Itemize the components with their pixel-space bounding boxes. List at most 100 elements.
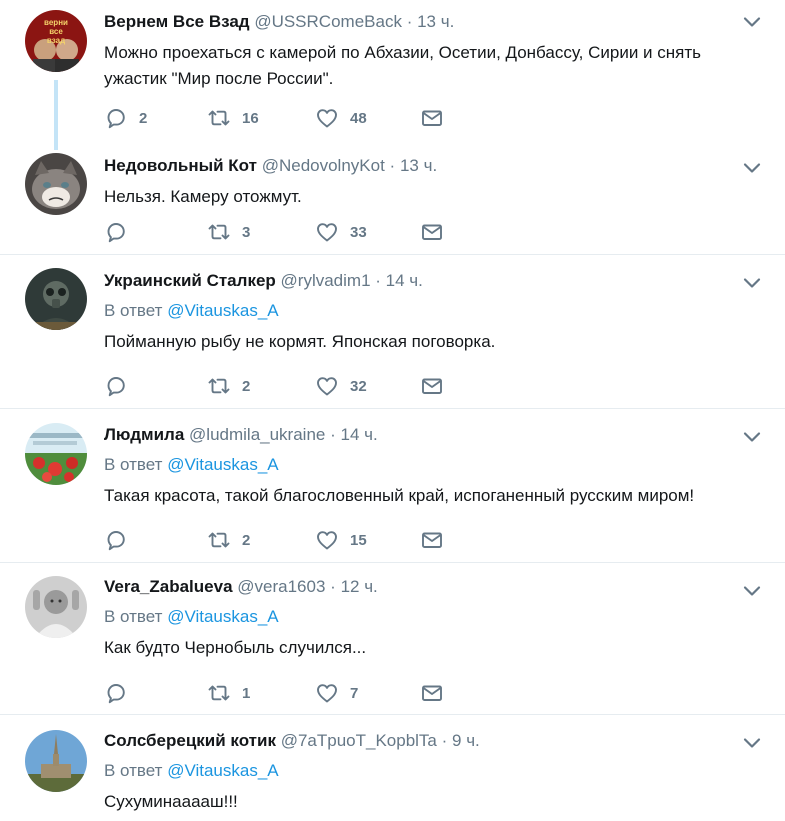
reply-button[interactable]: 2 xyxy=(104,106,147,130)
avatar[interactable] xyxy=(25,153,87,215)
tweet-header: Людмила @ludmila_ukraine · 14 ч. xyxy=(104,423,745,447)
chevron-down-icon[interactable] xyxy=(743,431,761,443)
username[interactable]: @rylvadim1 xyxy=(281,271,371,290)
like-button[interactable]: 7 xyxy=(315,681,358,705)
reply-context: В ответ @Vitauskas_A xyxy=(104,759,745,783)
reply-context: В ответ @Vitauskas_A xyxy=(104,605,745,629)
username[interactable]: @ludmila_ukraine xyxy=(189,425,325,444)
avatar[interactable] xyxy=(25,576,87,638)
tweet-header: Украинский Сталкер @rylvadim1 · 14 ч. xyxy=(104,269,745,293)
username[interactable]: @NedovolnyKot xyxy=(262,156,385,175)
reply-context: В ответ @Vitauskas_A xyxy=(104,453,745,477)
retweet-button[interactable]: 2 xyxy=(207,374,250,398)
timestamp[interactable]: 12 ч. xyxy=(341,577,378,596)
avatar[interactable]: верни все взад xyxy=(25,10,87,72)
tweet-content: Солсберецкий котик @7aTpuoT_KopblTa · 9 … xyxy=(104,729,745,815)
direct-message-button[interactable] xyxy=(420,220,444,244)
like-button[interactable]: 15 xyxy=(315,528,367,552)
retweet-count: 2 xyxy=(242,377,251,395)
tweet-header: Недовольный Кот @NedovolnyKot · 13 ч. xyxy=(104,154,745,178)
direct-message-button[interactable] xyxy=(420,374,444,398)
tweet-text: Пойманную рыбу не кормят. Японская погов… xyxy=(104,329,745,355)
tweet[interactable]: верни все взад Вернем Все Взад @USSRCome… xyxy=(0,0,785,150)
tweet-text-line: Нельзя. Камеру отожмут. xyxy=(104,187,302,206)
tweet-text: Нельзя. Камеру отожмут. xyxy=(104,184,745,210)
tweet-header: Vera_Zabalueva @vera1603 · 12 ч. xyxy=(104,575,745,599)
reply-to-label: В ответ xyxy=(104,607,163,626)
reply-button[interactable] xyxy=(104,374,139,398)
display-name[interactable]: Недовольный Кот xyxy=(104,156,257,175)
reply-icon xyxy=(104,374,128,398)
retweet-icon xyxy=(207,528,231,552)
username[interactable]: @USSRComeBack xyxy=(254,12,402,31)
avatar[interactable] xyxy=(25,730,87,792)
chevron-down-icon[interactable] xyxy=(743,277,761,289)
separator-dot: · xyxy=(441,731,448,750)
display-name[interactable]: Vera_Zabalueva xyxy=(104,577,233,596)
tweet-content: Vera_Zabalueva @vera1603 · 12 ч. В ответ… xyxy=(104,575,745,661)
like-count: 7 xyxy=(350,684,359,702)
reply-button[interactable] xyxy=(104,681,139,705)
chevron-down-icon[interactable] xyxy=(743,737,761,749)
envelope-icon xyxy=(420,374,444,398)
reply-to-mention[interactable]: @Vitauskas_A xyxy=(167,761,278,780)
reply-to-mention[interactable]: @Vitauskas_A xyxy=(167,607,278,626)
direct-message-button[interactable] xyxy=(420,528,444,552)
tweet[interactable]: Людмила @ludmila_ukraine · 14 ч. В ответ… xyxy=(0,409,785,563)
retweet-button[interactable]: 16 xyxy=(207,106,259,130)
timestamp[interactable]: 9 ч. xyxy=(452,731,480,750)
separator-dot: · xyxy=(375,271,381,290)
direct-message-button[interactable] xyxy=(420,106,444,130)
avatar-caption: взад xyxy=(47,36,65,45)
tweet-text-line: Можно проехаться с камерой по Абхазии, О… xyxy=(104,43,702,62)
username[interactable]: @7aTpuoT_KopblTa xyxy=(281,731,437,750)
like-count: 33 xyxy=(350,223,367,241)
reply-button[interactable] xyxy=(104,528,139,552)
like-button[interactable]: 48 xyxy=(315,106,367,130)
tweet[interactable]: Солсберецкий котик @7aTpuoT_KopblTa · 9 … xyxy=(0,715,785,821)
timestamp[interactable]: 14 ч. xyxy=(386,271,423,290)
timestamp[interactable]: 13 ч. xyxy=(417,12,454,31)
tweet-text: Такая красота, такой благословенный край… xyxy=(104,483,745,509)
retweet-button[interactable]: 2 xyxy=(207,528,250,552)
tweet[interactable]: Украинский Сталкер @rylvadim1 · 14 ч. В … xyxy=(0,255,785,409)
display-name[interactable]: Солсберецкий котик xyxy=(104,731,276,750)
heart-icon xyxy=(315,220,339,244)
timestamp[interactable]: 13 ч. xyxy=(400,156,437,175)
envelope-icon xyxy=(420,220,444,244)
tweet[interactable]: Недовольный Кот @NedovolnyKot · 13 ч. Не… xyxy=(0,150,785,255)
like-count: 48 xyxy=(350,109,367,127)
chevron-down-icon[interactable] xyxy=(743,585,761,597)
reply-to-mention[interactable]: @Vitauskas_A xyxy=(167,455,278,474)
tweet-header: Солсберецкий котик @7aTpuoT_KopblTa · 9 … xyxy=(104,729,745,753)
avatar-caption: верни xyxy=(44,18,68,27)
username[interactable]: @vera1603 xyxy=(237,577,325,596)
display-name[interactable]: Украинский Сталкер xyxy=(104,271,276,290)
retweet-button[interactable]: 1 xyxy=(207,681,250,705)
tweet-text-line: Такая красота, такой благословенный край… xyxy=(104,486,695,505)
reply-to-label: В ответ xyxy=(104,301,163,320)
timestamp[interactable]: 14 ч. xyxy=(341,425,378,444)
like-button[interactable]: 33 xyxy=(315,220,367,244)
retweet-icon xyxy=(207,374,231,398)
retweet-count: 1 xyxy=(242,684,251,702)
tweet[interactable]: Vera_Zabalueva @vera1603 · 12 ч. В ответ… xyxy=(0,563,785,715)
retweet-icon xyxy=(207,220,231,244)
chevron-down-icon[interactable] xyxy=(743,162,761,174)
reply-button[interactable] xyxy=(104,220,139,244)
display-name[interactable]: Вернем Все Взад xyxy=(104,12,250,31)
separator-dot: · xyxy=(389,156,396,175)
retweet-count: 2 xyxy=(242,531,251,549)
reply-to-mention[interactable]: @Vitauskas_A xyxy=(167,301,278,320)
avatar[interactable] xyxy=(25,268,87,330)
display-name[interactable]: Людмила xyxy=(104,425,184,444)
direct-message-button[interactable] xyxy=(420,681,444,705)
chevron-down-icon[interactable] xyxy=(743,16,761,28)
tweet-text: Можно проехаться с камерой по Абхазии, О… xyxy=(104,40,745,92)
avatar[interactable] xyxy=(25,423,87,485)
tweet-text-line: Пойманную рыбу не кормят. Японская погов… xyxy=(104,332,496,351)
like-button[interactable]: 32 xyxy=(315,374,367,398)
retweet-button[interactable]: 3 xyxy=(207,220,250,244)
tweet-text-line: Сухуминааааш!!! xyxy=(104,792,238,811)
envelope-icon xyxy=(420,681,444,705)
